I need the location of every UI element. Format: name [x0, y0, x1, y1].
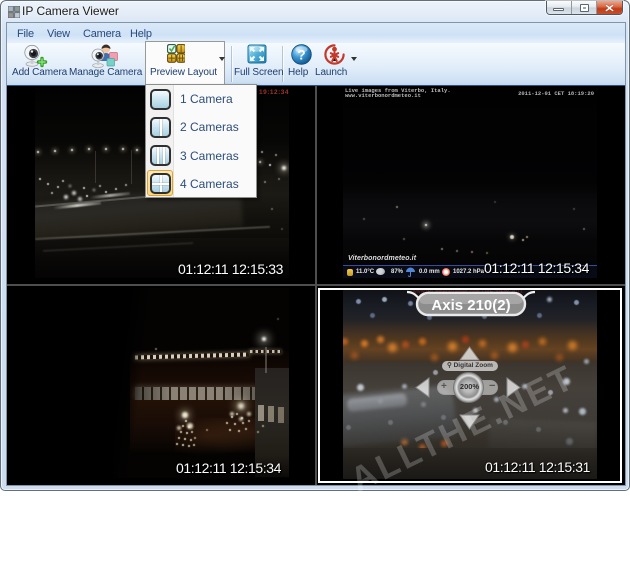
svg-text:?: ? [297, 48, 305, 63]
svg-text:Axis 210(2): Axis 210(2) [431, 297, 510, 314]
